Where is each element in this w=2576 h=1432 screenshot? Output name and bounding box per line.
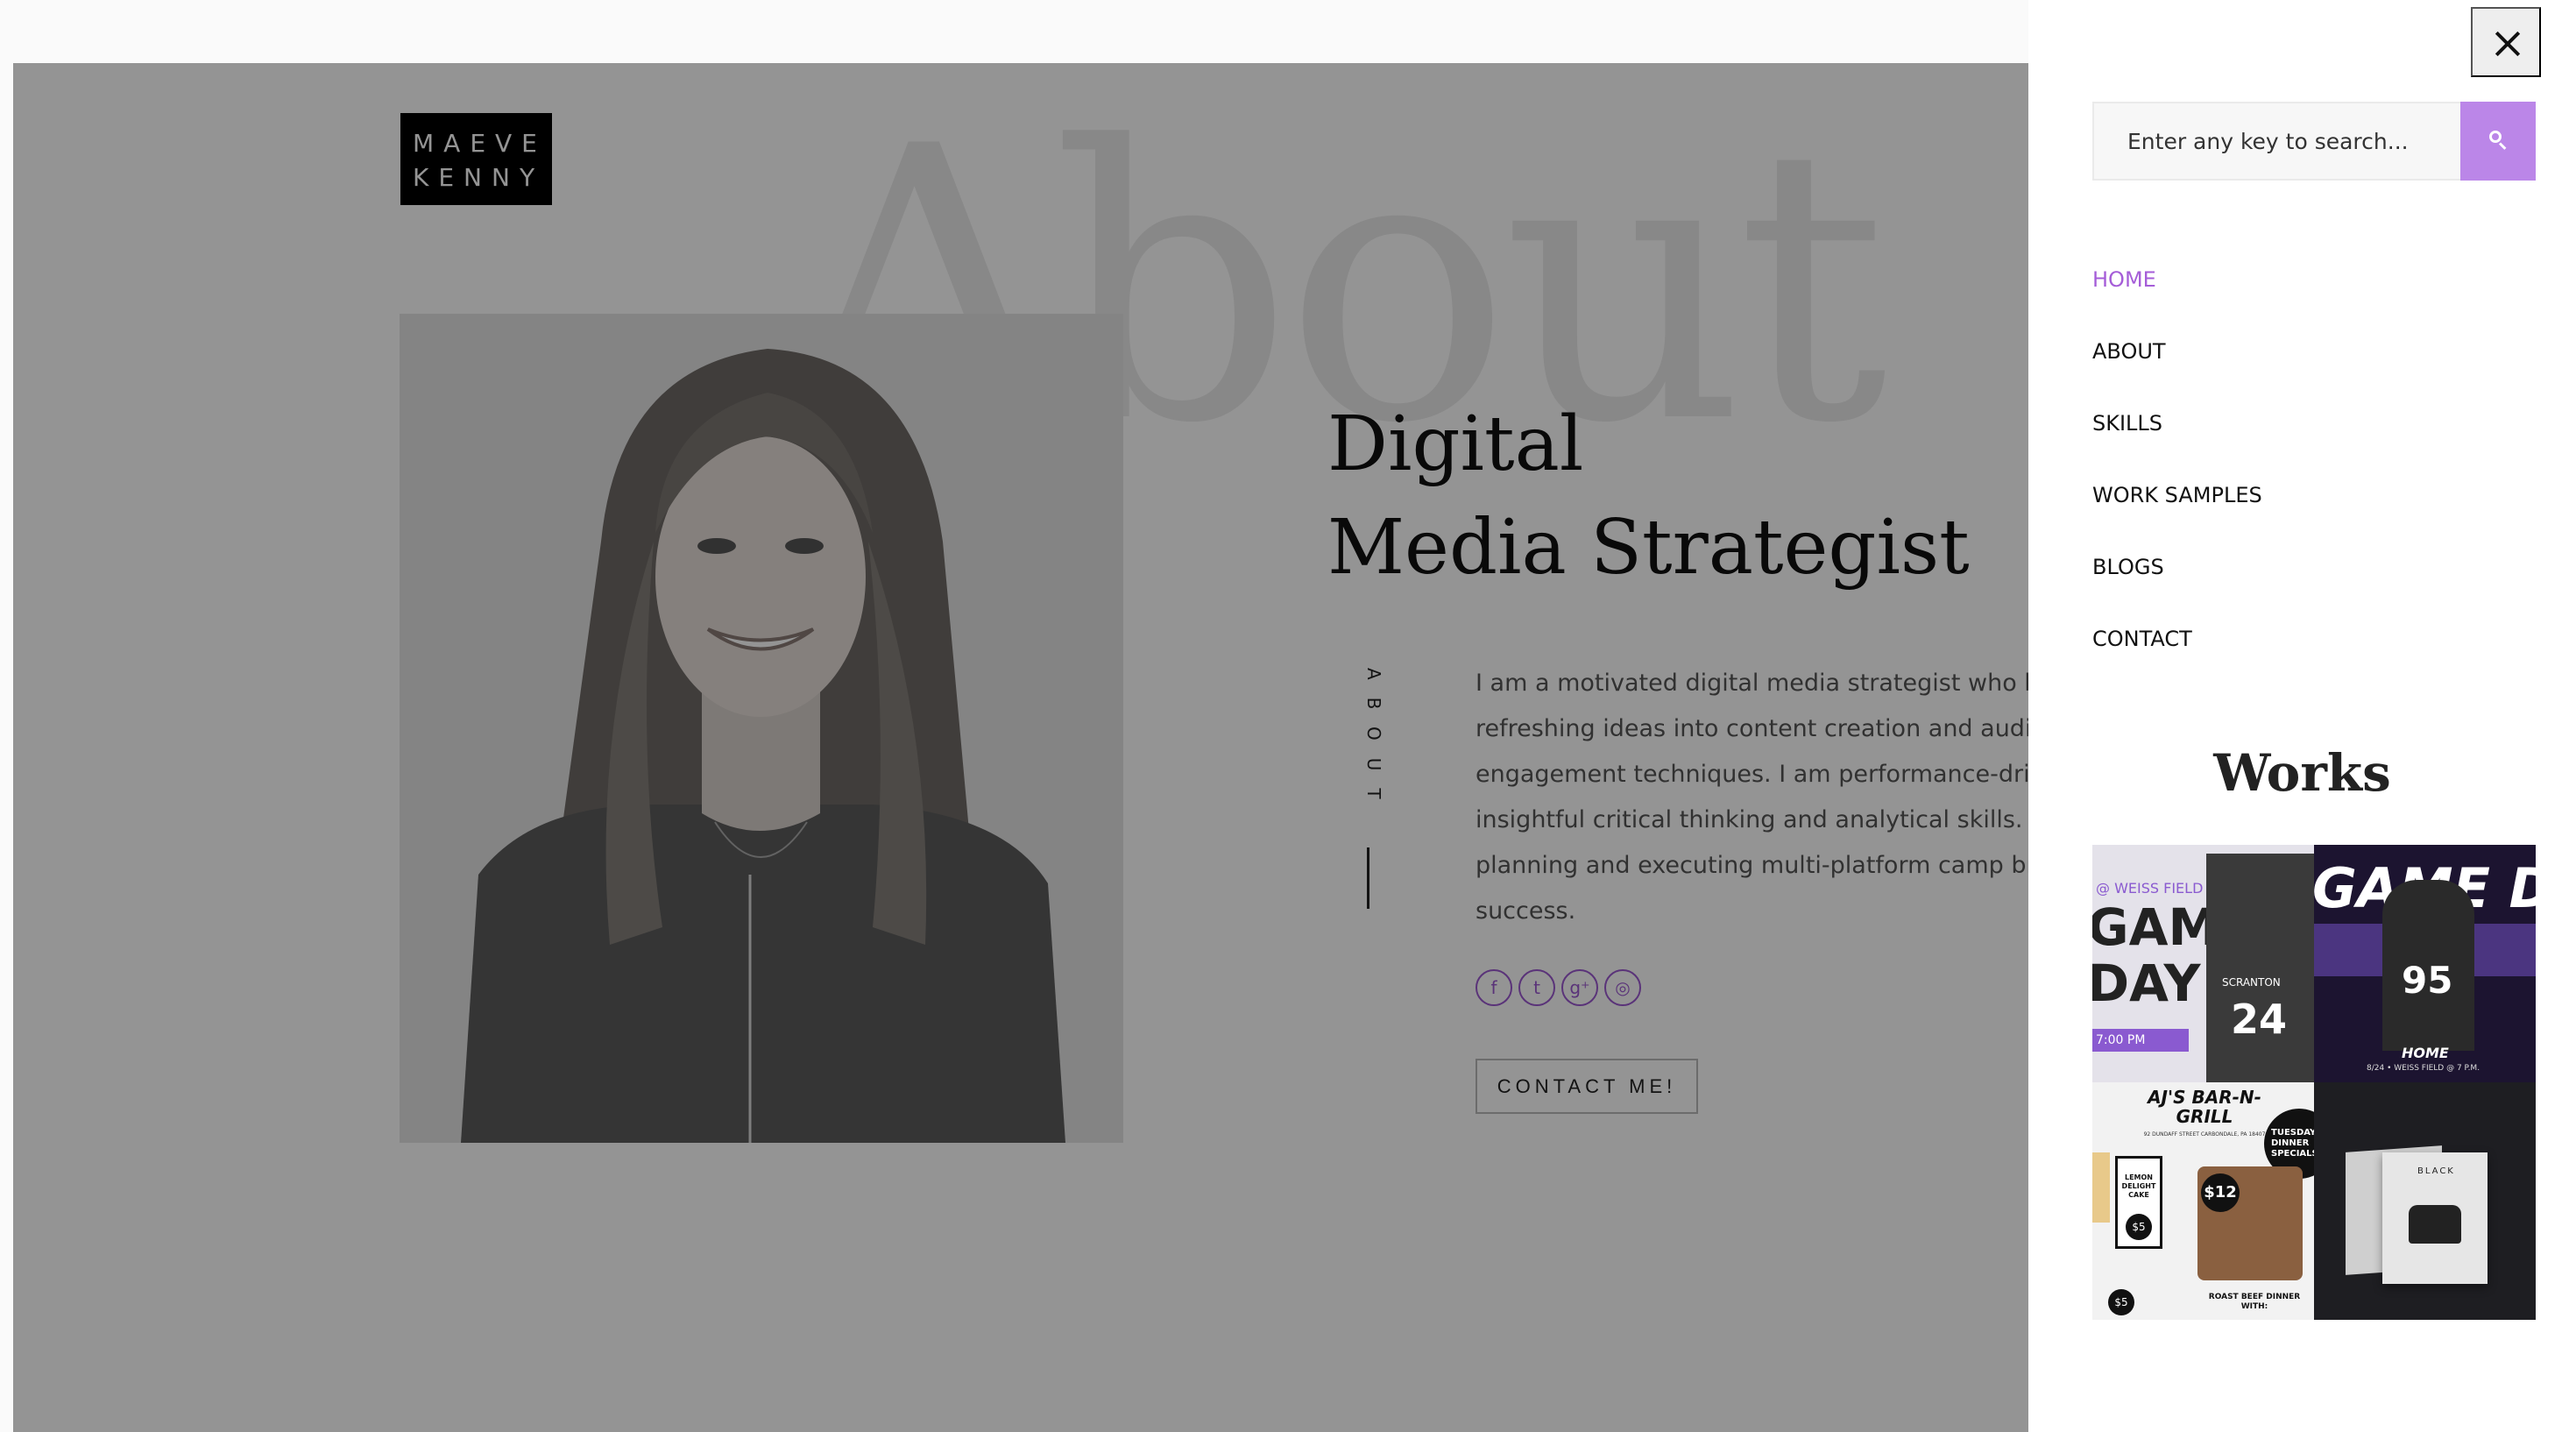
work-4-brand: BLACK	[2417, 1166, 2455, 1176]
nav-item-skills[interactable]: SKILLS	[2092, 408, 2262, 480]
side-panel: HOME ABOUT SKILLS WORK SAMPLES BLOGS CON…	[2028, 0, 2576, 1432]
works-title: Works	[2213, 743, 2391, 803]
work-3-cake: LEMON DELIGHT CAKE	[2121, 1173, 2156, 1199]
work-3-price-1: $5	[2126, 1214, 2152, 1240]
work-1-team: SCRANTON	[2222, 976, 2281, 989]
work-3-badge: TUESDAY DINNER SPECIALS	[2271, 1128, 2314, 1159]
work-tile-bar-n-grill[interactable]: AJ'S BAR-N-GRILL 92 DUNDAFF STREET CARBO…	[2092, 1082, 2314, 1320]
work-3-price-2: $12	[2201, 1173, 2240, 1212]
work-1-sub: @ WEISS FIELD	[2096, 880, 2204, 897]
nav-item-blogs[interactable]: BLOGS	[2092, 552, 2262, 624]
dim-overlay[interactable]	[13, 63, 2028, 1432]
work-4-chair-image	[2409, 1205, 2461, 1244]
work-tile-black-book[interactable]: BLACK	[2314, 1082, 2536, 1320]
work-1-player	[2206, 854, 2314, 1082]
nav-item-work-samples[interactable]: WORK SAMPLES	[2092, 480, 2262, 552]
work-tile-game-day-1[interactable]: @ WEISS FIELD GAME DAY 7:00 PM SCRANTON …	[2092, 845, 2314, 1082]
work-3-dinner: ROAST BEEF DINNER WITH:	[2208, 1293, 2301, 1311]
work-2-sub: 8/24 • WEISS FIELD @ 7 P.M.	[2367, 1064, 2480, 1073]
work-2-jersey: 95	[2402, 959, 2453, 1002]
search-input[interactable]	[2092, 102, 2460, 181]
close-icon[interactable]	[2471, 7, 2541, 77]
nav-item-about[interactable]: ABOUT	[2092, 337, 2262, 408]
search-bar	[2092, 102, 2536, 181]
search-icon	[2489, 131, 2502, 143]
work-1-jersey: 24	[2231, 996, 2288, 1043]
nav-item-home[interactable]: HOME	[2092, 265, 2262, 337]
work-3-headline: AJ'S BAR-N-GRILL	[2148, 1087, 2261, 1127]
work-2-tag: HOME	[2402, 1045, 2449, 1061]
work-1-time: 7:00 PM	[2092, 1029, 2189, 1052]
panel-nav: HOME ABOUT SKILLS WORK SAMPLES BLOGS CON…	[2092, 265, 2262, 696]
work-tile-game-day-2[interactable]: GAME DAY 95 HOME 8/24 • WEISS FIELD @ 7 …	[2314, 845, 2536, 1082]
nav-item-contact[interactable]: CONTACT	[2092, 624, 2262, 696]
work-3-address: 92 DUNDAFF STREET CARBONDALE, PA 18407	[2143, 1131, 2266, 1138]
works-grid: @ WEISS FIELD GAME DAY 7:00 PM SCRANTON …	[2092, 845, 2536, 1320]
search-button[interactable]	[2460, 102, 2536, 181]
work-3-price-3: $5	[2108, 1289, 2134, 1315]
